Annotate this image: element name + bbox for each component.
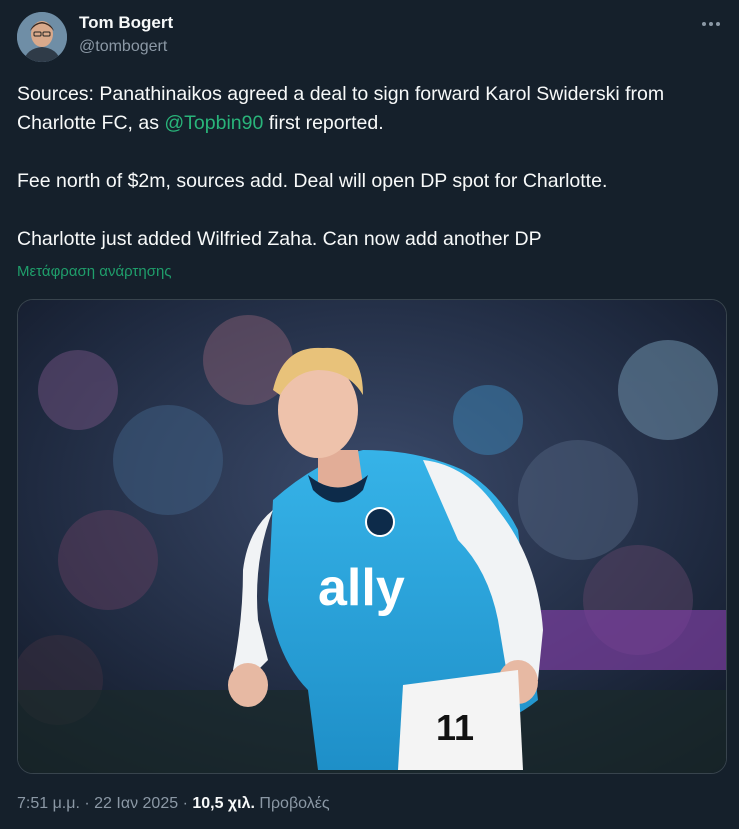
tweet-media-photo[interactable]: 11 ally xyxy=(17,299,727,774)
tweet-paragraph-2: Fee north of $2m, sources add. Deal will… xyxy=(17,170,608,192)
avatar[interactable] xyxy=(17,12,67,62)
tweet-time[interactable]: 7:51 μ.μ. xyxy=(17,795,80,812)
tweet-paragraph-3: Charlotte just added Wilfried Zaha. Can … xyxy=(17,228,542,250)
translate-link[interactable]: Μετάφραση ανάρτησης xyxy=(17,263,172,280)
tweet-meta: 7:51 μ.μ. · 22 Ιαν 2025 · 10,5 χιλ. Προβ… xyxy=(17,795,330,812)
author-name[interactable]: Tom Bogert xyxy=(79,13,173,33)
mention-link[interactable]: @Topbin90 xyxy=(164,112,263,134)
author-handle[interactable]: @tombogert xyxy=(79,38,167,56)
tweet-paragraph-1: Sources: Panathinaikos agreed a deal to … xyxy=(17,83,665,134)
views-label: Προβολές xyxy=(254,795,330,812)
more-icon[interactable] xyxy=(697,14,725,34)
jersey-sponsor: ally xyxy=(318,559,405,617)
tweet-date[interactable]: 22 Ιαν 2025 xyxy=(94,795,178,812)
jersey-number: 11 xyxy=(436,707,474,748)
views-count: 10,5 χιλ. xyxy=(192,795,255,812)
tweet-text: Sources: Panathinaikos agreed a deal to … xyxy=(17,80,717,254)
